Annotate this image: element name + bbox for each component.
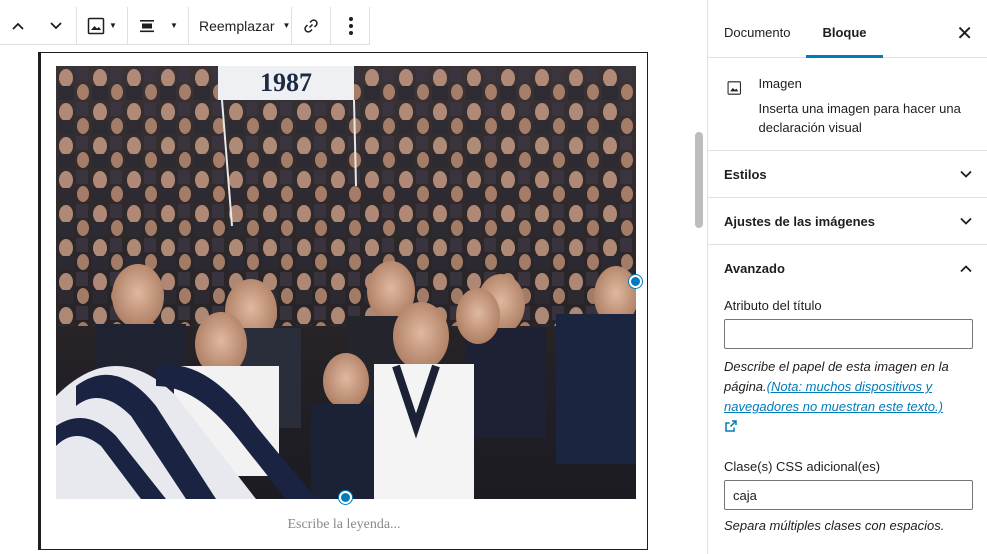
block-toolbar: ▼ ▼ Reemplazar ▼ [0, 7, 370, 45]
css-class-help: Separa múltiples clases con espacios. [724, 518, 945, 533]
tab-document[interactable]: Documento [708, 7, 806, 57]
more-group [331, 7, 371, 44]
caret-down-icon: ▼ [109, 21, 117, 30]
image-caption[interactable]: Escribe la leyenda... [41, 517, 647, 533]
image-icon [87, 17, 105, 34]
panel-image-settings-title: Ajustes de las imágenes [724, 213, 876, 229]
block-type-button[interactable]: ▼ [77, 7, 127, 44]
settings-sidebar: Documento Bloque ✕ Imagen Inserta una im… [707, 0, 987, 554]
css-class-label: Clase(s) CSS adicional(es) [724, 459, 881, 474]
block-card: Imagen Inserta una imagen para hacer una… [708, 58, 987, 151]
title-attr-label: Atributo del título [724, 298, 822, 313]
panel-image-settings[interactable]: Ajustes de las imágenes [708, 198, 987, 245]
editor-canvas: ▼ ▼ Reemplazar ▼ 1987 Escribe la leyenda… [0, 0, 707, 554]
panel-styles[interactable]: Estilos [708, 151, 987, 198]
image-icon [727, 81, 741, 95]
image-block[interactable]: 1987 Escribe la leyenda... [38, 52, 648, 550]
chevron-down-icon [50, 21, 62, 29]
block-card-title: Imagen [758, 76, 802, 91]
caret-down-icon: ▼ [282, 21, 291, 30]
title-attr-input[interactable] [724, 319, 973, 349]
tab-block-label: Bloque [822, 24, 867, 40]
link-button[interactable] [292, 7, 330, 44]
more-vertical-icon [349, 16, 353, 35]
block-card-description: Inserta una imagen para hacer una declar… [758, 101, 961, 135]
chevron-up-icon [12, 22, 24, 30]
move-up-button[interactable] [0, 7, 36, 44]
align-button[interactable]: ▼ [128, 7, 188, 44]
move-down-button[interactable] [36, 7, 76, 44]
align-group: ▼ [128, 7, 189, 44]
replace-label: Reemplazar [199, 17, 275, 34]
block-image[interactable]: 1987 [56, 66, 636, 499]
close-icon[interactable]: ✕ [956, 24, 973, 44]
resize-handle-bottom[interactable] [339, 491, 352, 504]
chevron-up-icon [960, 264, 972, 272]
block-type-group: ▼ [77, 7, 128, 44]
panel-advanced-title: Avanzado [724, 261, 785, 276]
resize-handle-right[interactable] [629, 275, 642, 288]
caret-down-icon: ▼ [170, 21, 178, 30]
more-options-button[interactable] [331, 7, 371, 44]
css-class-input[interactable] [724, 480, 973, 510]
panel-styles-title: Estilos [724, 166, 767, 182]
editor-scrollbar[interactable] [695, 132, 703, 228]
link-icon [304, 18, 318, 33]
banner-text: 1987 [260, 68, 312, 97]
chevron-down-icon [960, 217, 972, 225]
link-group [292, 7, 331, 44]
replace-group: Reemplazar ▼ [189, 7, 292, 44]
align-center-icon [140, 19, 155, 32]
tab-block[interactable]: Bloque [806, 7, 883, 58]
crowd-photo: 1987 [56, 66, 636, 499]
external-link-icon[interactable] [724, 419, 738, 433]
tab-document-label: Documento [724, 24, 791, 40]
panel-advanced[interactable]: Avanzado [708, 245, 987, 292]
advanced-content: Atributo del título Describe el papel de… [708, 298, 987, 536]
chevron-down-icon [960, 170, 972, 178]
title-attr-help: Describe el papel de esta imagen en la p… [724, 357, 971, 439]
replace-button[interactable]: Reemplazar ▼ [189, 7, 291, 44]
sidebar-tabs: Documento Bloque ✕ [708, 0, 987, 58]
move-group [0, 7, 77, 44]
